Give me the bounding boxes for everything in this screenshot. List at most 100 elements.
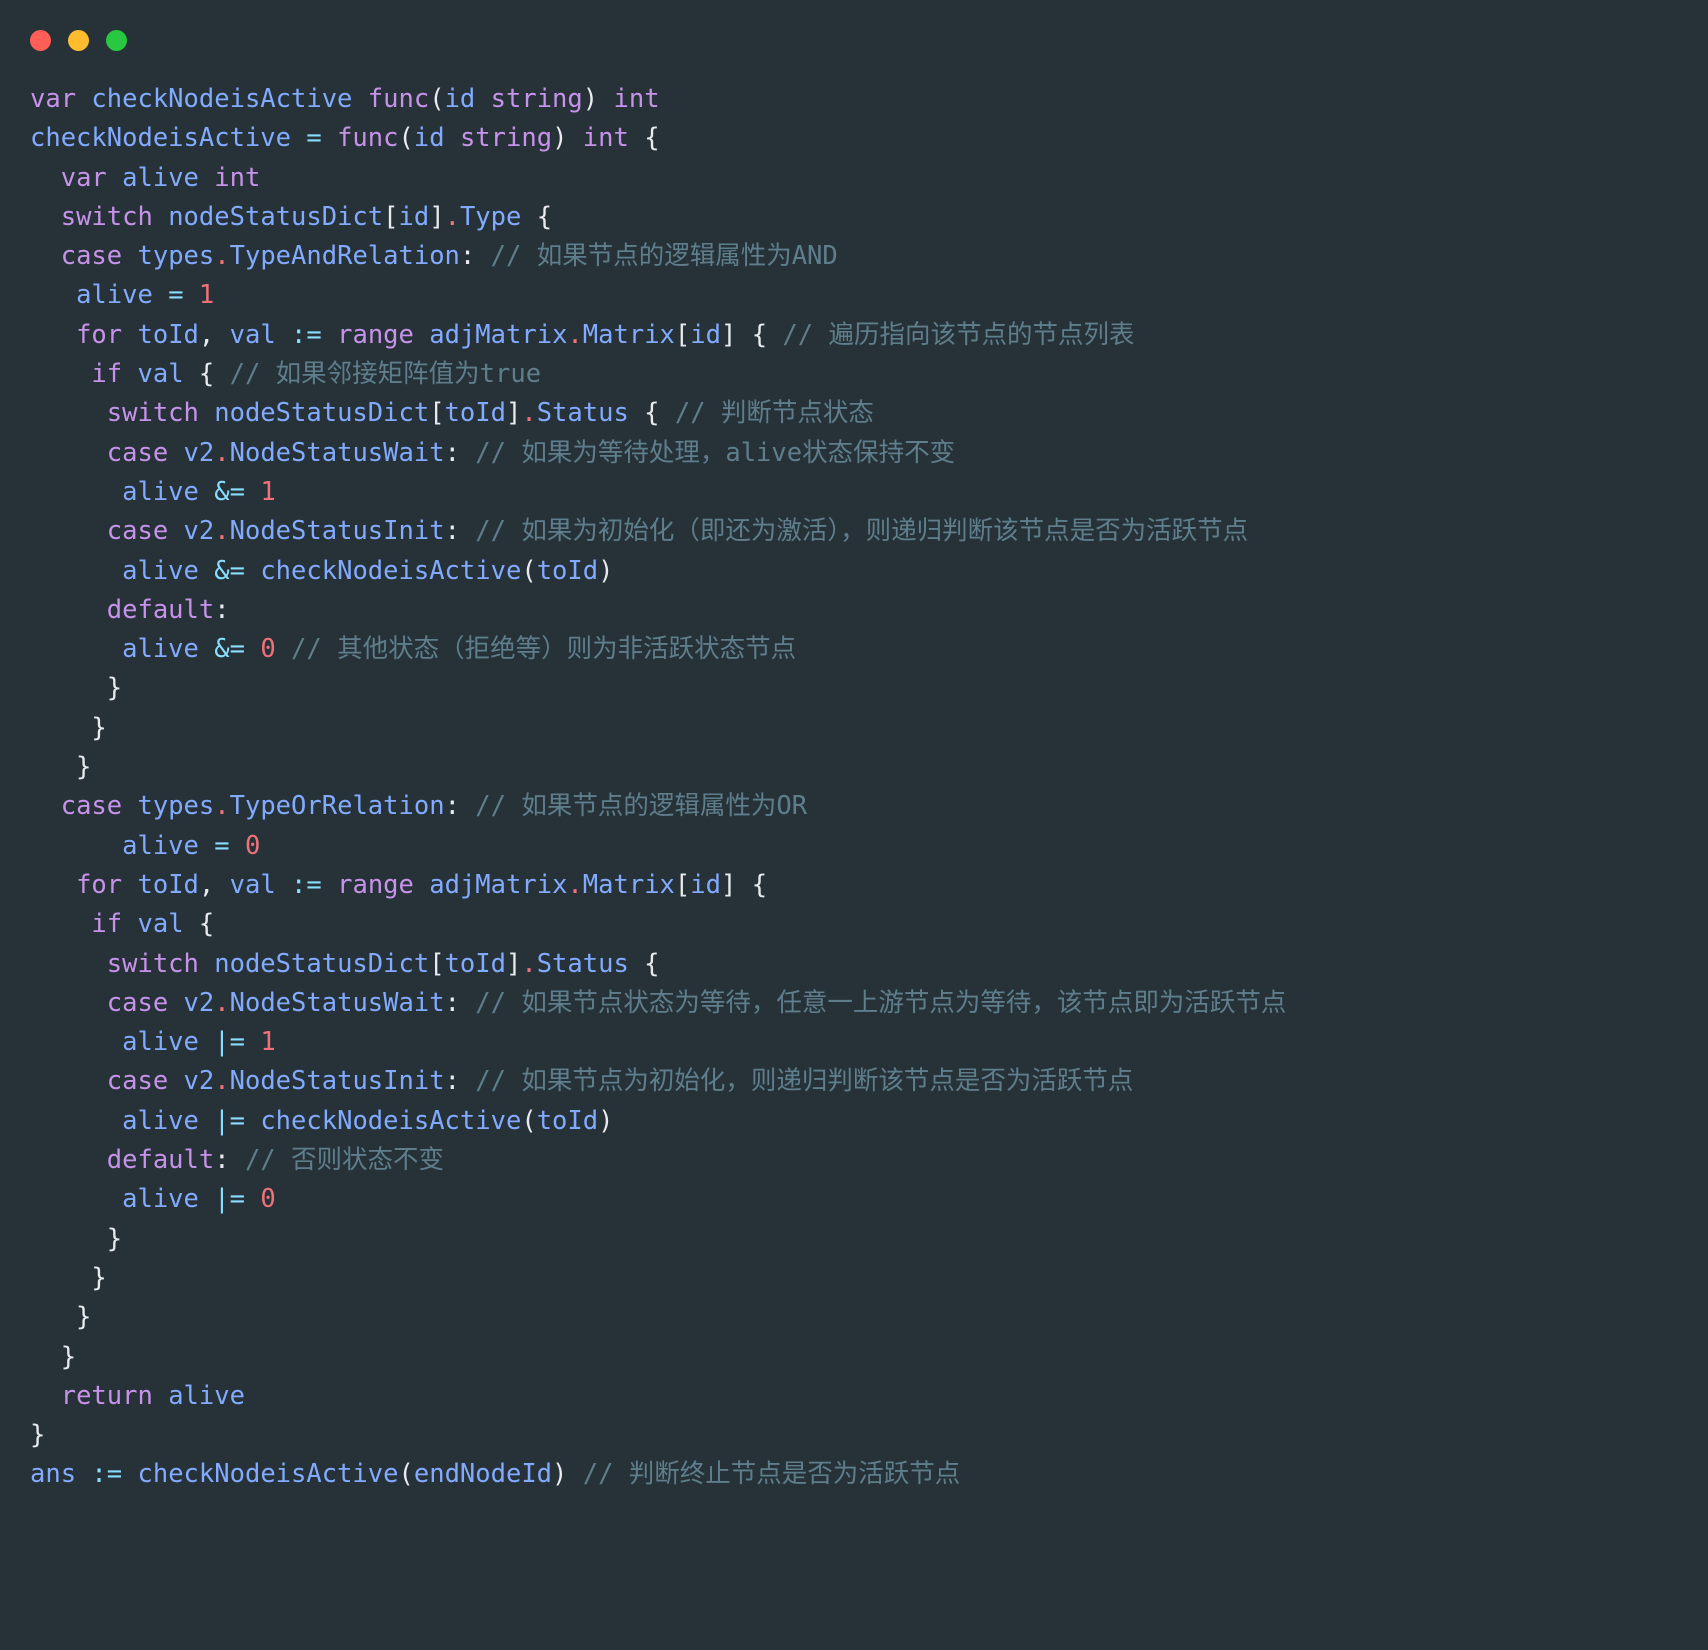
code-token-op: := [291, 869, 322, 900]
code-token-pun [153, 1381, 168, 1411]
code-token-op: := [291, 319, 322, 350]
code-token-pun [30, 438, 107, 468]
code-token-id: toId [536, 555, 599, 586]
code-line: alive = 1 [30, 276, 1684, 315]
code-token-pun [414, 320, 429, 350]
code-line: switch nodeStatusDict[toId].Status { [30, 945, 1684, 984]
code-token-pun [199, 1027, 214, 1057]
code-token-cmt: // 如果节点状态为等待，任意一上游节点为等待，该节点即为活跃节点 [475, 987, 1287, 1018]
code-token-pun [76, 1459, 91, 1489]
code-token-dot: . [214, 437, 230, 468]
code-token-op: = [306, 123, 322, 154]
minimize-window-icon[interactable] [68, 29, 89, 51]
code-token-id: id [413, 123, 445, 154]
code-token-pun [122, 241, 137, 271]
code-token-kw: if [91, 909, 123, 940]
code-token-kw: case [60, 791, 123, 822]
code-token-id: types [137, 241, 215, 272]
code-token-id: v2 [183, 437, 215, 468]
code-token-pun [245, 1027, 260, 1057]
code-token-id: ans [30, 1459, 77, 1490]
code-token-pun [199, 831, 214, 861]
code-token-pun [445, 123, 460, 153]
code-token-pun [30, 1184, 122, 1214]
code-token-id: alive [122, 1184, 199, 1215]
code-token-cmt: // 如果为初始化（即还为激活），则递归判断该节点是否为活跃节点 [475, 516, 1249, 547]
code-token-dot: . [214, 987, 230, 1018]
code-token-kw: for [76, 319, 123, 350]
code-token-pun [199, 634, 214, 664]
code-token-pun [276, 870, 291, 900]
code-token-pun: : [444, 516, 476, 547]
code-token-pun: [ [674, 869, 691, 900]
code-token-op: |= [214, 1027, 245, 1058]
code-token-pun [122, 359, 137, 389]
code-token-pun: [ [674, 319, 691, 350]
code-token-pun: { [628, 398, 675, 429]
code-token-id: toId [444, 948, 506, 979]
code-token-pun [567, 123, 582, 153]
code-token-pun: ) [552, 123, 568, 154]
code-token-pun [30, 516, 107, 546]
code-token-pun [76, 84, 91, 114]
code-token-id: toId [444, 398, 506, 429]
code-token-pun [30, 1145, 107, 1175]
code-token-pun [199, 163, 214, 193]
code-token-prop: Type [459, 201, 522, 232]
code-token-op: |= [214, 1105, 245, 1136]
code-token-pun [30, 949, 107, 979]
code-token-dot: . [521, 398, 537, 429]
code-token-kw: string [490, 84, 583, 114]
code-token-id: val [137, 909, 184, 940]
code-token-pun: ] { [720, 319, 783, 350]
code-line: } [30, 1416, 1684, 1455]
code-token-cmt: // 如果节点的逻辑属性为AND [490, 241, 838, 272]
code-token-pun [245, 1106, 260, 1136]
code-line: } [30, 1298, 1684, 1337]
code-token-prop: TypeAndRelation [229, 241, 460, 272]
code-token-kw: func [337, 123, 399, 154]
close-window-icon[interactable] [30, 29, 51, 51]
code-token-kw: case [106, 987, 169, 1018]
code-line: if val { [30, 905, 1684, 944]
code-token-num: 0 [260, 634, 276, 665]
code-token-id: checkNodeisActive [260, 1105, 522, 1136]
code-token-op: |= [214, 1184, 245, 1215]
code-token-prop: NodeStatusInit [229, 516, 445, 547]
code-token-pun: } [30, 1223, 123, 1254]
code-token-id: id [444, 84, 476, 114]
code-token-pun: } [30, 1341, 77, 1372]
code-line: switch nodeStatusDict[toId].Status { // … [30, 394, 1684, 433]
code-token-kw: int [582, 123, 629, 154]
code-token-op: &= [214, 476, 245, 507]
code-token-op: := [91, 1459, 123, 1490]
code-window: var checkNodeisActive func(id string) in… [0, 0, 1708, 1650]
code-line: alive |= checkNodeisActive(toId) [30, 1102, 1684, 1141]
code-token-kw: return [60, 1380, 153, 1411]
code-token-pun [199, 398, 214, 428]
maximize-window-icon[interactable] [106, 29, 127, 51]
code-token-pun [30, 241, 61, 271]
code-token-id: val [229, 869, 276, 900]
traffic-light-controls [30, 29, 127, 51]
code-token-pun [184, 280, 199, 310]
code-token-id: val [137, 359, 184, 390]
code-token-op: = [214, 830, 230, 861]
code-line: alive |= 1 [30, 1023, 1684, 1062]
code-line: for toId, val := range adjMatrix.Matrix[… [30, 866, 1684, 905]
code-token-pun: } [30, 1420, 46, 1451]
code-token-pun: ) [552, 1459, 568, 1490]
code-token-pun [168, 1066, 183, 1096]
code-token-pun [291, 123, 306, 153]
code-token-pun [30, 477, 122, 507]
code-token-pun [30, 320, 76, 350]
code-token-id: alive [122, 634, 199, 665]
code-token-pun: ( [429, 84, 445, 114]
code-token-dot: . [521, 948, 537, 979]
code-editor-content[interactable]: var checkNodeisActive func(id string) in… [0, 80, 1708, 1495]
code-token-id: types [137, 791, 215, 822]
code-token-pun: : [444, 791, 476, 822]
code-token-kw: range [337, 319, 414, 350]
code-token-id: alive [122, 162, 199, 193]
code-token-pun: , [198, 869, 230, 900]
